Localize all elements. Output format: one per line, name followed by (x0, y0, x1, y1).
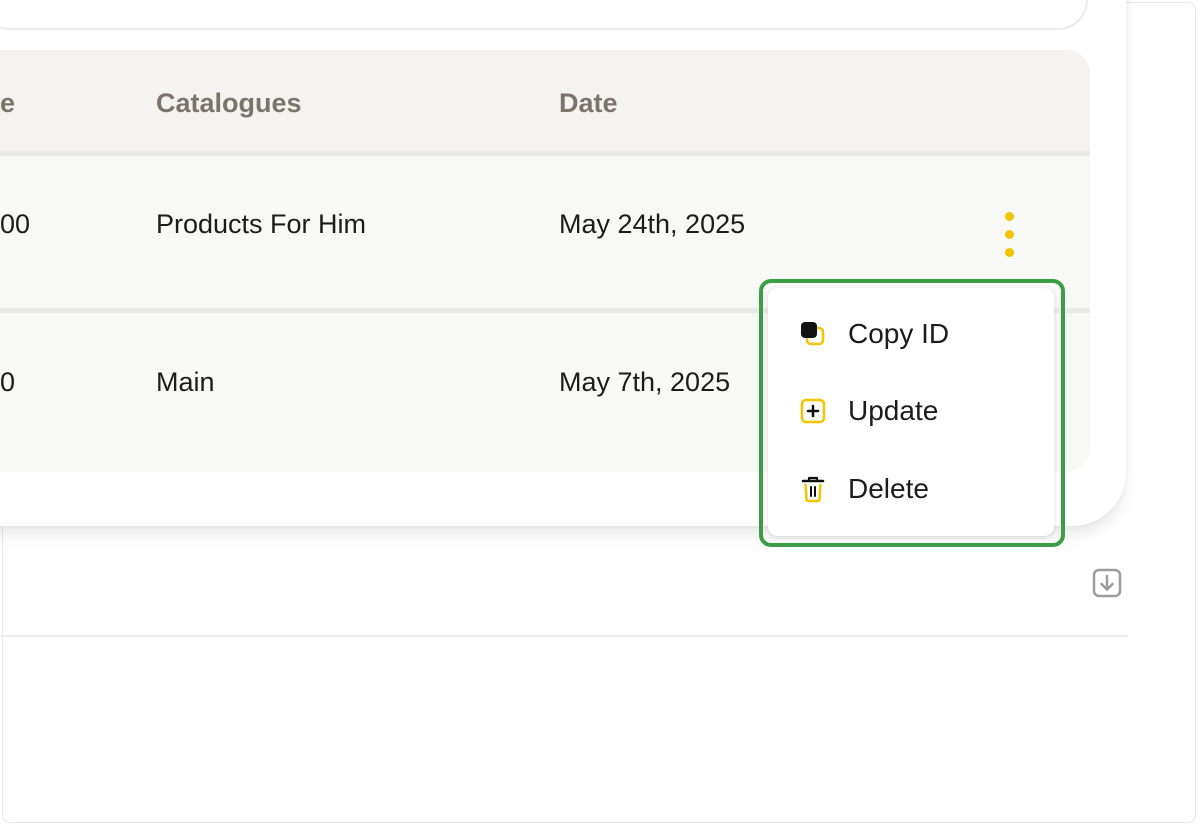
copy-icon (801, 322, 825, 346)
cell-value: 0 (0, 367, 16, 397)
arrow-down-icon (1092, 568, 1122, 598)
section-divider (0, 635, 1128, 637)
cell-date: May 24th, 2025 (559, 209, 746, 239)
row-actions-kebab-icon[interactable] (1000, 212, 1020, 262)
menu-item-label: Copy ID (848, 318, 950, 349)
scroll-down-button[interactable] (1092, 568, 1122, 598)
cell-catalogue: Products For Him (156, 209, 367, 239)
menu-item-update[interactable]: Update (768, 379, 1054, 443)
trash-icon (801, 476, 825, 503)
row-actions-menu: Copy ID Update Delete (768, 288, 1054, 536)
menu-item-delete[interactable]: Delete (768, 457, 1054, 521)
menu-item-label: Delete (848, 473, 929, 504)
cell-date: May 7th, 2025 (559, 367, 731, 397)
column-header-date[interactable]: Date (559, 87, 618, 119)
cell-value: 00 (0, 209, 31, 239)
plus-square-icon (800, 398, 826, 424)
cell-catalogue: Main (156, 367, 215, 397)
filter-bar (0, 0, 1088, 30)
table-header: e Catalogues Date (0, 50, 1090, 156)
column-header-value[interactable]: e (0, 87, 15, 119)
column-header-catalogues[interactable]: Catalogues (156, 87, 302, 119)
menu-item-label: Update (848, 395, 939, 426)
menu-item-copy-id[interactable]: Copy ID (768, 302, 1054, 366)
